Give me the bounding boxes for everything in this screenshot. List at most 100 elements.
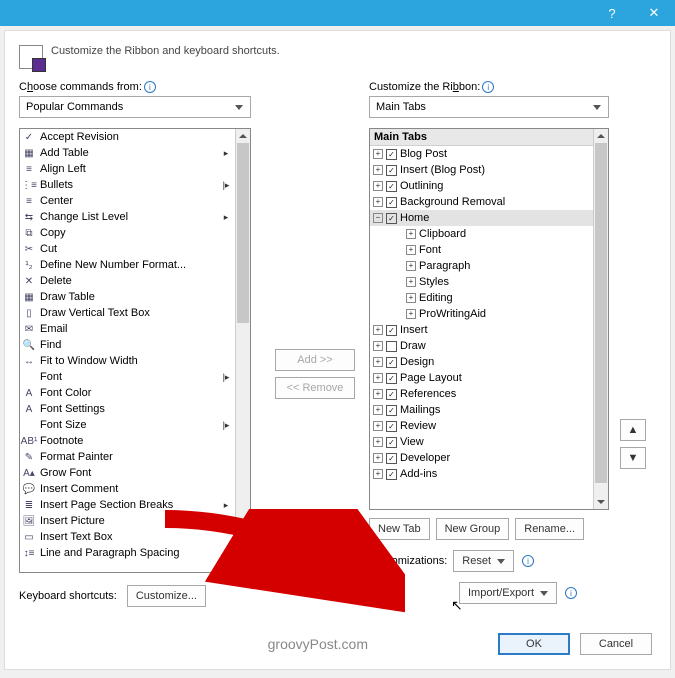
tree-item[interactable]: +Font [370,242,593,258]
info-icon[interactable]: i [565,587,577,599]
expand-icon[interactable]: + [373,181,383,191]
expand-icon[interactable]: + [406,245,416,255]
checkbox[interactable] [386,389,397,400]
expand-icon[interactable]: + [373,421,383,431]
scroll-thumb[interactable] [237,143,249,323]
checkbox[interactable] [386,197,397,208]
checkbox[interactable] [386,373,397,384]
ribbon-tabs-combo[interactable]: Main Tabs [369,96,609,118]
list-item[interactable]: ↕≡Line and Paragraph Spacing▸ [20,545,235,561]
scrollbar[interactable] [235,129,250,572]
expand-icon[interactable]: + [373,437,383,447]
list-item[interactable]: ↔Fit to Window Width [20,353,235,369]
expand-icon[interactable]: + [373,325,383,335]
new-tab-button[interactable]: New Tab [369,518,430,540]
tree-item[interactable]: +Insert (Blog Post) [370,162,593,178]
list-item[interactable]: ≣Insert Page Section Breaks▸ [20,497,235,513]
expand-icon[interactable]: + [406,293,416,303]
checkbox[interactable] [386,405,397,416]
help-icon[interactable]: ? [591,0,633,26]
expand-icon[interactable]: + [373,197,383,207]
rename-button[interactable]: Rename... [515,518,584,540]
tree-item[interactable]: +Styles [370,274,593,290]
list-item[interactable]: Font|▸ [20,369,235,385]
tree-item[interactable]: +View [370,434,593,450]
list-item[interactable]: Font Size|▸ [20,417,235,433]
info-icon[interactable]: i [144,81,156,93]
expand-icon[interactable]: + [373,405,383,415]
list-item[interactable]: A▴Grow Font [20,465,235,481]
reset-button[interactable]: Reset [453,550,514,572]
expand-icon[interactable]: + [406,277,416,287]
tree-item[interactable]: +Design [370,354,593,370]
expand-icon[interactable]: + [373,165,383,175]
scroll-thumb[interactable] [595,143,607,483]
list-item[interactable]: ✓Accept Revision [20,129,235,145]
tree-item[interactable]: +ProWritingAid [370,306,593,322]
tree-item[interactable]: +Background Removal [370,194,593,210]
scroll-up-icon[interactable] [236,129,250,143]
list-item[interactable]: ✕Delete [20,273,235,289]
scroll-up-icon[interactable] [594,129,608,143]
checkbox[interactable] [386,421,397,432]
list-item[interactable]: ▯Draw Vertical Text Box [20,305,235,321]
tree-item[interactable]: +Blog Post [370,146,593,162]
list-item[interactable]: 💬Insert Comment [20,481,235,497]
checkbox[interactable] [386,181,397,192]
list-item[interactable]: ≡Align Left [20,161,235,177]
list-item[interactable]: AFont Settings [20,401,235,417]
expand-icon[interactable]: + [373,469,383,479]
expand-icon[interactable]: + [373,149,383,159]
tree-item[interactable]: +Outlining [370,178,593,194]
scroll-down-icon[interactable] [594,495,608,509]
choose-commands-combo[interactable]: Popular Commands [19,96,251,118]
expand-icon[interactable]: + [373,389,383,399]
tree-item[interactable]: +Clipboard [370,226,593,242]
expand-icon[interactable]: + [373,357,383,367]
list-item[interactable]: 🖼Insert Picture [20,513,235,529]
tree-item[interactable]: +Paragraph [370,258,593,274]
checkbox[interactable] [386,213,397,224]
checkbox[interactable] [386,437,397,448]
list-item[interactable]: ✉Email [20,321,235,337]
checkbox[interactable] [386,341,397,352]
tree-item[interactable]: +References [370,386,593,402]
checkbox[interactable] [386,469,397,480]
list-item[interactable]: ▦Add Table▸ [20,145,235,161]
list-item[interactable]: ≡Center [20,193,235,209]
checkbox[interactable] [386,325,397,336]
tree-item[interactable]: +Page Layout [370,370,593,386]
list-item[interactable]: ¹₂Define New Number Format... [20,257,235,273]
list-item[interactable]: ✎Format Painter [20,449,235,465]
tree-item[interactable]: +Add-ins [370,466,593,482]
list-item[interactable]: ⇆Change List Level▸ [20,209,235,225]
list-item[interactable]: ✂Cut [20,241,235,257]
list-item[interactable]: ⧉Copy [20,225,235,241]
checkbox[interactable] [386,165,397,176]
new-group-button[interactable]: New Group [436,518,510,540]
tree-item[interactable]: −Home [370,210,593,226]
checkbox[interactable] [386,149,397,160]
ribbon-tree[interactable]: Main Tabs +Blog Post+Insert (Blog Post)+… [369,128,609,510]
list-item[interactable]: AFont Color [20,385,235,401]
ok-button[interactable]: OK [498,633,570,655]
tree-item[interactable]: +Draw [370,338,593,354]
tree-scrollbar[interactable] [593,129,608,509]
info-icon[interactable]: i [522,555,534,567]
tree-item[interactable]: +Editing [370,290,593,306]
scroll-down-icon[interactable] [236,558,250,572]
tree-item[interactable]: +Mailings [370,402,593,418]
checkbox[interactable] [386,357,397,368]
list-item[interactable]: ▭Insert Text Box [20,529,235,545]
close-icon[interactable]: ✕ [633,0,675,26]
move-up-button[interactable]: ▲ [620,419,646,441]
expand-icon[interactable]: + [406,229,416,239]
expand-icon[interactable]: − [373,213,383,223]
checkbox[interactable] [386,453,397,464]
import-export-button[interactable]: Import/Export [459,582,557,604]
move-down-button[interactable]: ▼ [620,447,646,469]
list-item[interactable]: ▦Draw Table [20,289,235,305]
list-item[interactable]: ⋮≡Bullets|▸ [20,177,235,193]
expand-icon[interactable]: + [406,309,416,319]
tree-item[interactable]: +Developer [370,450,593,466]
